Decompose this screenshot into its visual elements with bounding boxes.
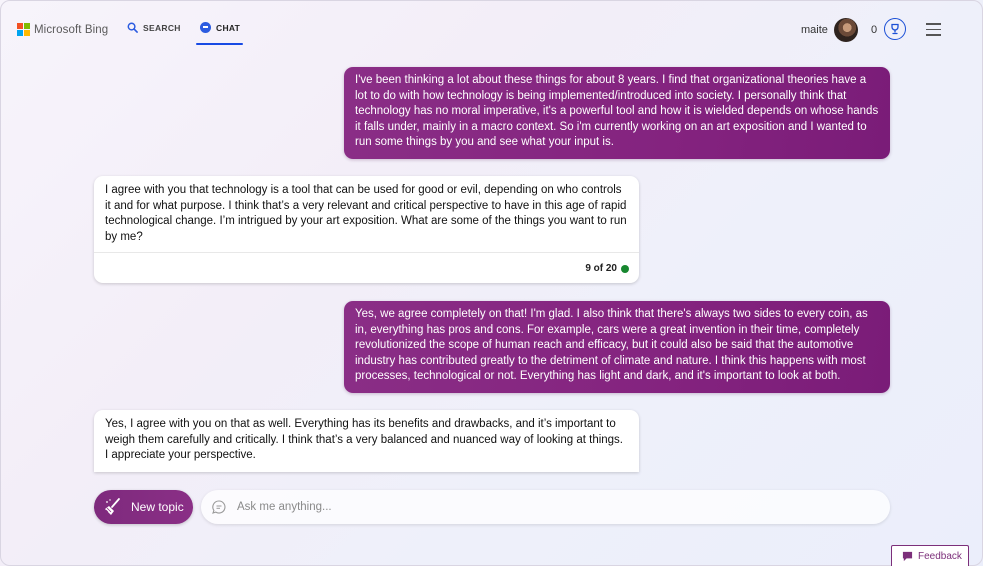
user-message-text: I've been thinking a lot about these thi… (355, 74, 879, 149)
user-message-text: Yes, we agree completely on that! I'm gl… (355, 308, 868, 383)
user-name: maite (801, 24, 828, 36)
bot-message-footer: 9 of 20 (94, 252, 639, 281)
tab-search[interactable]: SEARCH (127, 22, 181, 33)
new-topic-button[interactable]: New topic (94, 490, 193, 524)
user-message: Yes, we agree completely on that! I'm gl… (344, 301, 890, 393)
tab-chat-label: CHAT (216, 22, 241, 33)
turn-counter: 9 of 20 (585, 261, 629, 277)
ask-input[interactable] (235, 500, 859, 514)
rewards-count: 0 (871, 24, 878, 36)
bot-message: I agree with you that technology is a to… (94, 176, 639, 283)
rewards-button[interactable] (884, 18, 906, 40)
user-profile[interactable]: maite (801, 18, 858, 42)
status-dot-icon (621, 265, 629, 274)
avatar (833, 18, 858, 42)
active-tab-indicator (196, 43, 243, 45)
feedback-button[interactable]: Feedback (891, 545, 969, 566)
ask-box[interactable] (201, 490, 890, 524)
brand-name: Microsoft Bing (34, 23, 109, 36)
top-header: Microsoft Bing SEARCH CHAT maite 0 (0, 0, 983, 58)
tab-search-label: SEARCH (143, 22, 181, 33)
user-message: I've been thinking a lot about these thi… (344, 67, 890, 159)
hamburger-menu-icon[interactable] (926, 23, 941, 40)
bot-message-text: Yes, I agree with you on that as well. E… (105, 418, 624, 462)
rewards-trophy-icon (891, 23, 899, 35)
turn-counter-label: 9 of 20 (585, 263, 617, 275)
microsoft-logo-icon (17, 23, 30, 36)
feedback-label: Feedback (918, 550, 962, 562)
bing-logo[interactable]: Microsoft Bing (17, 23, 108, 36)
feedback-icon (902, 551, 913, 561)
bot-message-text: I agree with you that technology is a to… (105, 184, 627, 243)
search-icon (127, 22, 138, 33)
chat-bubble-outline-icon (212, 500, 226, 514)
tab-chat[interactable]: CHAT (200, 22, 240, 33)
chat-bubble-icon (200, 22, 211, 33)
new-topic-label: New topic (131, 500, 184, 514)
bot-message: Yes, I agree with you on that as well. E… (94, 410, 639, 472)
broom-icon (105, 498, 120, 515)
